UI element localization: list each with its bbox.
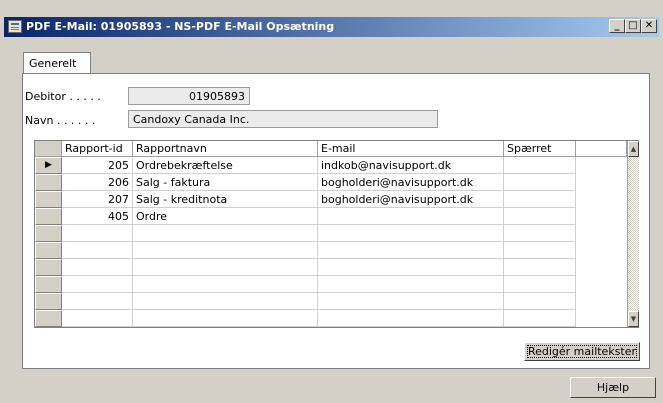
- table-cell[interactable]: [504, 259, 576, 276]
- navn-label: Navn . . . . . .: [25, 114, 96, 127]
- table-cell[interactable]: [133, 225, 318, 242]
- column-header-rapport-id[interactable]: Rapport-id: [62, 141, 133, 157]
- table-cell[interactable]: [133, 310, 318, 327]
- navn-field[interactable]: Candoxy Canada Inc.: [128, 110, 438, 128]
- table-cell[interactable]: [504, 293, 576, 310]
- row-selector[interactable]: ▶: [35, 157, 62, 174]
- column-header-label: Spærret: [507, 142, 552, 155]
- table-cell[interactable]: bogholderi@navisupport.dk: [318, 191, 504, 208]
- table-cell[interactable]: indkob@navisupport.dk: [318, 157, 504, 174]
- table-cell[interactable]: [62, 276, 133, 293]
- table-cell[interactable]: [62, 310, 133, 327]
- table-cell[interactable]: [504, 276, 576, 293]
- table-cell[interactable]: [504, 208, 576, 225]
- maximize-button[interactable]: □: [625, 19, 641, 33]
- help-button[interactable]: Hjælp: [570, 377, 656, 398]
- help-label: Hjælp: [596, 381, 630, 394]
- form-icon: [8, 20, 22, 33]
- close-button[interactable]: ✕: [641, 19, 657, 33]
- column-header-email[interactable]: E-mail: [318, 141, 504, 157]
- scroll-up-icon[interactable]: ▲: [628, 141, 639, 157]
- scroll-down-icon[interactable]: ▼: [628, 311, 639, 327]
- debitor-field[interactable]: 01905893: [128, 87, 250, 105]
- table-cell[interactable]: [318, 242, 504, 259]
- column-header-label: E-mail: [321, 142, 356, 155]
- row-selector[interactable]: [35, 225, 62, 242]
- table-cell[interactable]: [504, 310, 576, 327]
- row-selector[interactable]: [35, 208, 62, 225]
- table-cell[interactable]: [133, 293, 318, 310]
- table-cell[interactable]: [504, 242, 576, 259]
- table-cell[interactable]: [133, 242, 318, 259]
- table-cell[interactable]: Salg - faktura: [133, 174, 318, 191]
- edit-mail-texts-button[interactable]: Redigér mailtekster: [524, 342, 640, 361]
- table-cell[interactable]: [504, 174, 576, 191]
- column-header-spaerret[interactable]: Spærret: [504, 141, 576, 157]
- table-cell[interactable]: [318, 276, 504, 293]
- row-selector[interactable]: [35, 310, 62, 327]
- table-cell[interactable]: Ordre: [133, 208, 318, 225]
- table-cell[interactable]: Salg - kreditnota: [133, 191, 318, 208]
- grid-corner: [35, 141, 62, 157]
- navn-value: Candoxy Canada Inc.: [133, 113, 250, 126]
- tab-generelt[interactable]: Generelt: [23, 52, 91, 74]
- debitor-value: 01905893: [189, 90, 245, 103]
- row-selector[interactable]: [35, 191, 62, 208]
- table-cell[interactable]: [62, 293, 133, 310]
- table-cell[interactable]: [62, 225, 133, 242]
- table-cell[interactable]: [133, 259, 318, 276]
- row-selector[interactable]: [35, 276, 62, 293]
- table-cell[interactable]: [318, 259, 504, 276]
- debitor-label: Debitor . . . . .: [25, 90, 101, 103]
- table-cell[interactable]: [62, 259, 133, 276]
- column-header-rapportnavn[interactable]: Rapportnavn: [133, 141, 318, 157]
- application-window: PDF E-Mail: 01905893 - NS-PDF E-Mail Ops…: [0, 0, 663, 403]
- column-header-label: Rapport-id: [65, 142, 123, 155]
- report-grid: Rapport-id Rapportnavn E-mail Spærret ▶ …: [34, 140, 639, 328]
- tab-label: Generelt: [29, 57, 77, 70]
- edit-mail-texts-label: Redigér mailtekster: [527, 345, 637, 358]
- window-title: PDF E-Mail: 01905893 - NS-PDF E-Mail Ops…: [26, 20, 335, 33]
- row-selector[interactable]: [35, 293, 62, 310]
- minimize-button[interactable]: _: [609, 19, 625, 33]
- table-cell[interactable]: 206: [62, 174, 133, 191]
- column-header-blank: [576, 141, 627, 157]
- title-bar[interactable]: PDF E-Mail: 01905893 - NS-PDF E-Mail Ops…: [4, 17, 659, 37]
- table-cell[interactable]: 205: [62, 157, 133, 174]
- current-row-arrow-icon: ▶: [45, 160, 52, 170]
- table-cell[interactable]: [318, 208, 504, 225]
- table-cell[interactable]: [133, 276, 318, 293]
- row-selector[interactable]: [35, 174, 62, 191]
- table-cell[interactable]: [318, 293, 504, 310]
- table-cell[interactable]: Ordrebekræftelse: [133, 157, 318, 174]
- vertical-scrollbar[interactable]: ▲ ▼: [627, 141, 639, 327]
- table-cell[interactable]: [504, 157, 576, 174]
- table-cell[interactable]: 405: [62, 208, 133, 225]
- table-cell[interactable]: [318, 310, 504, 327]
- table-cell[interactable]: [62, 242, 133, 259]
- table-cell[interactable]: [504, 191, 576, 208]
- table-cell[interactable]: [318, 225, 504, 242]
- row-selector[interactable]: [35, 242, 62, 259]
- column-header-label: Rapportnavn: [136, 142, 207, 155]
- table-cell[interactable]: [504, 225, 576, 242]
- row-selector[interactable]: [35, 259, 62, 276]
- table-cell[interactable]: 207: [62, 191, 133, 208]
- table-cell[interactable]: bogholderi@navisupport.dk: [318, 174, 504, 191]
